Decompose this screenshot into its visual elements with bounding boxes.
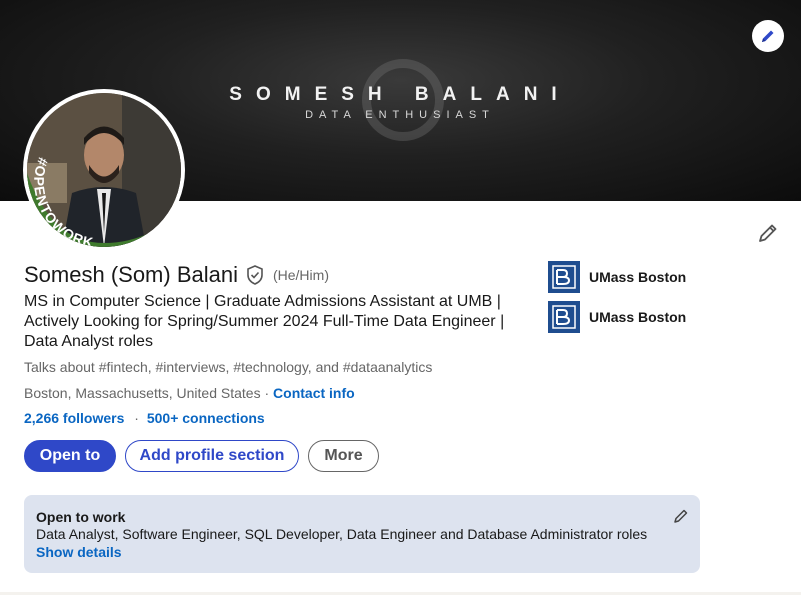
talks-about: Talks about #fintech, #interviews, #tech… bbox=[24, 359, 433, 375]
umass-boston-logo bbox=[548, 261, 580, 293]
education-name: UMass Boston bbox=[589, 309, 687, 325]
stats-separator: · bbox=[134, 410, 139, 426]
edit-open-to-work-button[interactable] bbox=[672, 507, 690, 525]
profile-name: Somesh (Som) Balani bbox=[24, 262, 238, 287]
open-to-button[interactable]: Open to bbox=[24, 440, 116, 472]
shield-check-icon[interactable] bbox=[244, 264, 266, 286]
education-item[interactable]: UMass Boston bbox=[548, 261, 686, 293]
add-profile-section-button[interactable]: Add profile section bbox=[125, 440, 299, 472]
education-item[interactable]: UMass Boston bbox=[548, 301, 686, 333]
show-details-link[interactable]: Show details bbox=[36, 543, 688, 561]
open-to-work-title: Open to work bbox=[36, 509, 126, 525]
profile-headline: MS in Computer Science | Graduate Admiss… bbox=[24, 293, 505, 350]
network-stats: 2,266 followers · 500+ connections bbox=[24, 410, 265, 426]
followers-link[interactable]: 2,266 followers bbox=[24, 410, 124, 426]
location-text: Boston, Massachusetts, United States bbox=[24, 385, 261, 401]
name-row: Somesh (Som) Balani (He/Him) bbox=[24, 262, 329, 288]
profile-actions: Open to Add profile section More bbox=[24, 440, 379, 472]
pronouns: (He/Him) bbox=[272, 267, 329, 283]
edit-intro-button[interactable] bbox=[756, 221, 780, 245]
banner-name-text: SOMESH BALANI bbox=[229, 84, 571, 105]
open-to-work-card[interactable]: Open to work Data Analyst, Software Engi… bbox=[24, 495, 700, 573]
umass-boston-logo bbox=[548, 301, 580, 333]
education-name: UMass Boston bbox=[589, 269, 687, 285]
more-button[interactable]: More bbox=[308, 440, 379, 472]
pencil-icon bbox=[674, 509, 688, 523]
avatar-image: #OPENTOWORK bbox=[27, 93, 181, 247]
edit-banner-button[interactable] bbox=[752, 20, 784, 52]
banner-subtitle-text: DATA ENTHUSIAST bbox=[305, 109, 495, 121]
location-separator: · bbox=[264, 385, 270, 401]
profile-photo[interactable]: #OPENTOWORK bbox=[23, 89, 185, 251]
location-row: Boston, Massachusetts, United States · C… bbox=[24, 385, 355, 401]
open-to-work-roles: Data Analyst, Software Engineer, SQL Dev… bbox=[36, 526, 648, 542]
pencil-icon bbox=[759, 224, 777, 242]
pencil-icon bbox=[762, 30, 774, 42]
contact-info-link[interactable]: Contact info bbox=[273, 385, 355, 401]
connections-link[interactable]: 500+ connections bbox=[147, 410, 265, 426]
profile-card: SOMESH BALANI DATA ENTHUSIAST #OPENTOWOR… bbox=[0, 0, 801, 595]
avatar-illustration: #OPENTOWORK bbox=[27, 93, 181, 247]
